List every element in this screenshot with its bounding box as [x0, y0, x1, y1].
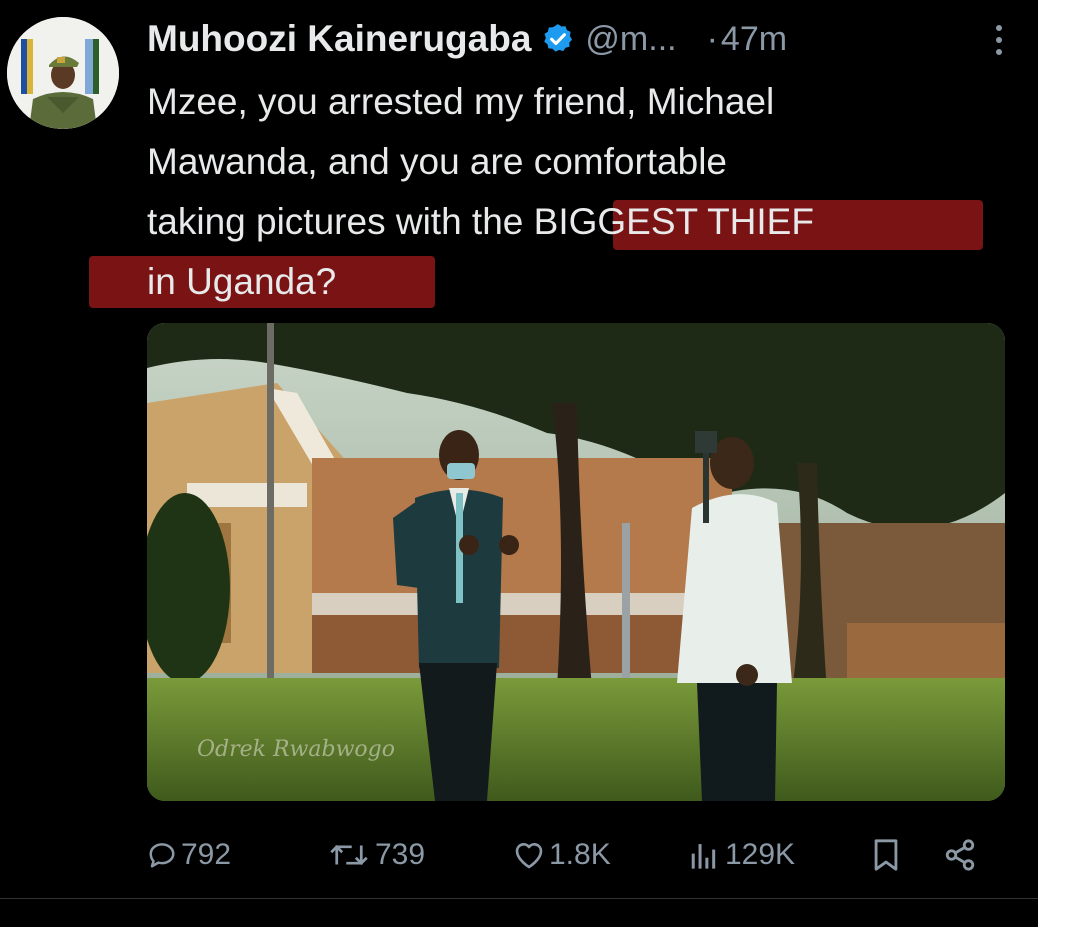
timestamp[interactable]: 47m — [721, 20, 787, 59]
divider — [0, 898, 1038, 899]
text-line: Mawanda, and you are comfortable — [147, 132, 1007, 192]
bookmark-button[interactable] — [871, 830, 901, 880]
action-bar: 792 739 1.8K 129K — [147, 830, 987, 880]
reply-button[interactable]: 792 — [147, 830, 231, 880]
verified-badge-icon — [544, 24, 573, 52]
highlighted-text: in Uganda? — [147, 261, 337, 302]
meta-separator: · — [706, 19, 718, 58]
text-line: taking pictures with the BIGGEST THIEF — [147, 192, 1007, 252]
more-icon[interactable] — [991, 22, 1007, 58]
tweet-text: Mzee, you arrested my friend, Michael Ma… — [89, 72, 1007, 312]
repost-icon — [330, 844, 368, 866]
highlighted-text: e BIGGEST THIEF — [502, 201, 814, 242]
avatar[interactable] — [7, 17, 119, 129]
text-line: in Uganda? — [89, 252, 1007, 312]
like-count: 1.8K — [549, 838, 611, 871]
like-button[interactable]: 1.8K — [513, 830, 611, 880]
author-handle[interactable]: @m... — [585, 20, 676, 59]
text-segment: Mawanda, and you are comfortable — [147, 141, 728, 182]
share-icon — [945, 839, 975, 871]
tweet-header: Muhoozi Kainerugaba @m... · 47m — [147, 14, 1007, 64]
text-segment: Mzee, you arrested my friend, Michael — [147, 81, 775, 122]
like-icon — [515, 843, 543, 869]
tweet-media-photo[interactable]: Odrek Rwabwogo — [147, 323, 1005, 801]
bookmark-icon — [874, 839, 898, 871]
views-count: 129K — [725, 838, 796, 871]
reply-count: 792 — [181, 838, 232, 871]
repost-count: 739 — [375, 838, 426, 871]
text-segment: taking pictures with th — [147, 201, 503, 242]
share-button[interactable] — [943, 830, 977, 880]
views-icon — [691, 844, 716, 869]
tweet-card: Muhoozi Kainerugaba @m... · 47m Mzee, yo… — [0, 0, 1038, 927]
author-name[interactable]: Muhoozi Kainerugaba — [147, 18, 531, 60]
reply-icon — [149, 843, 175, 868]
repost-button[interactable]: 739 — [327, 830, 425, 880]
photo-scene: Odrek Rwabwogo — [147, 323, 1005, 801]
text-line: Mzee, you arrested my friend, Michael — [147, 72, 1007, 132]
avatar-image — [7, 17, 119, 129]
views-button[interactable]: 129K — [687, 830, 795, 880]
photo-watermark: Odrek Rwabwogo — [197, 737, 395, 762]
